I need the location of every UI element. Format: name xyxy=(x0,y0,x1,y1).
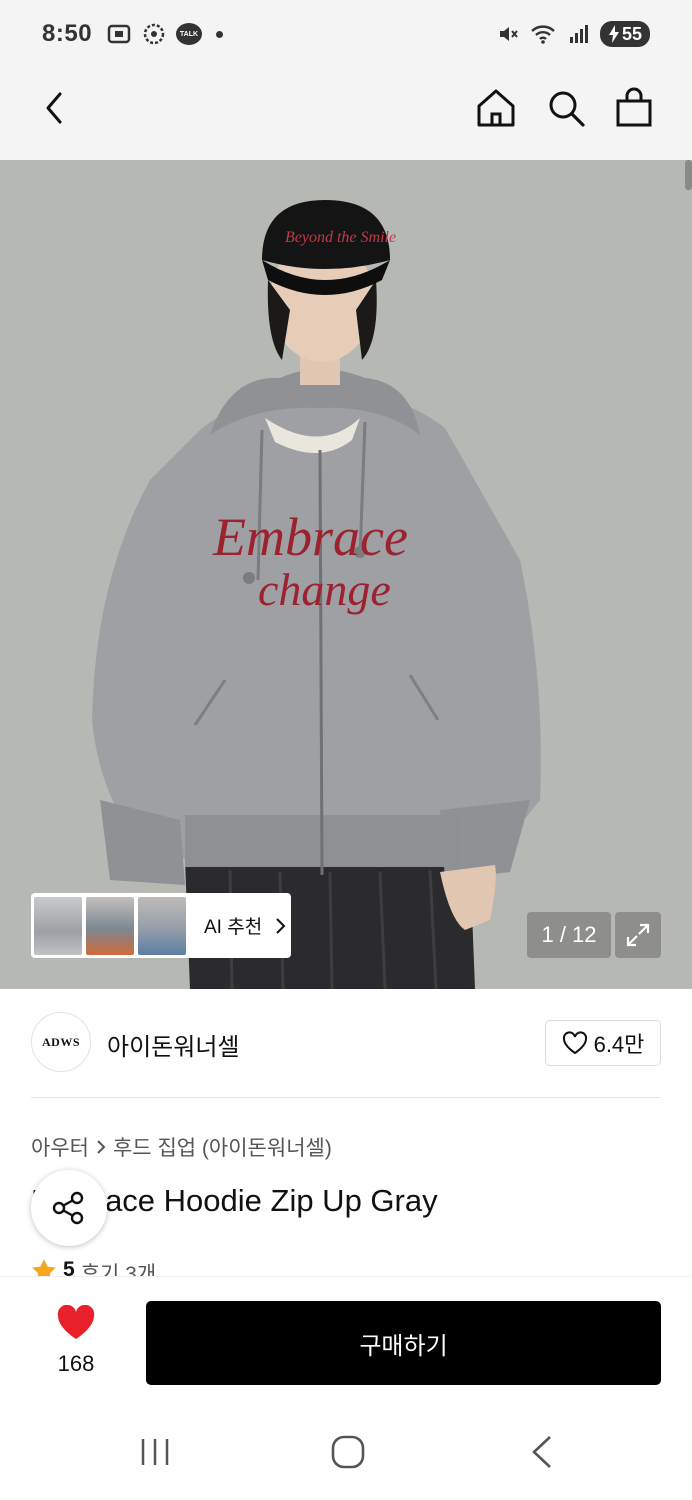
image-page-counter: 1 / 12 xyxy=(527,912,611,958)
share-button[interactable] xyxy=(31,1170,107,1246)
brand-logo[interactable]: ADWS xyxy=(31,1012,91,1072)
divider xyxy=(31,1097,661,1098)
ai-recommend-label: AI 추천 xyxy=(204,917,263,938)
charging-icon xyxy=(608,25,619,43)
system-nav-bar xyxy=(0,1404,692,1500)
recent-apps-icon[interactable] xyxy=(140,1437,170,1467)
wish-count: 168 xyxy=(57,1351,95,1376)
notification-dot-icon xyxy=(216,30,223,38)
product-image-carousel[interactable]: Embrace change Beyond the Smile xyxy=(0,160,692,989)
chevron-right-icon xyxy=(276,917,286,934)
cap-print-text: Beyond the Smile xyxy=(285,229,396,246)
status-right-icons: 55 xyxy=(496,21,650,47)
system-back-icon[interactable] xyxy=(528,1434,556,1470)
gallery-icon xyxy=(143,23,165,45)
breadcrumb-category[interactable]: 아우터 xyxy=(31,1132,89,1162)
brand-row: ADWS 아이돈워너셀 6.4만 xyxy=(0,989,692,1097)
battery-indicator: 55 xyxy=(599,21,650,47)
expand-icon xyxy=(626,923,650,947)
search-icon[interactable] xyxy=(544,86,588,130)
signal-icon xyxy=(569,25,588,43)
star-icon xyxy=(32,1259,56,1278)
screenshot-icon xyxy=(107,24,131,44)
expand-image-button[interactable] xyxy=(615,912,661,958)
ai-recommend-thumb-1 xyxy=(34,896,82,955)
buy-button[interactable]: 구매하기 xyxy=(146,1301,661,1385)
breadcrumb-subcategory[interactable]: 후드 집업 (아이돈워너셀) xyxy=(113,1132,332,1162)
heart-outline-icon xyxy=(562,1031,587,1055)
home-button-icon[interactable] xyxy=(330,1434,366,1470)
ai-recommend-button[interactable]: AI 추천 xyxy=(31,893,291,958)
ai-recommend-thumb-2 xyxy=(86,896,134,955)
brand-logo-text: ADWS xyxy=(41,1034,80,1049)
shopping-bag-icon[interactable] xyxy=(612,86,656,130)
kakaotalk-icon: TALK xyxy=(176,23,202,45)
print-text-line1: Embrace xyxy=(212,507,408,567)
breadcrumb: 아우터 후드 집업 (아이돈워너셀) xyxy=(31,1132,332,1162)
print-text-line2: change xyxy=(258,564,391,615)
share-icon xyxy=(52,1191,84,1225)
back-arrow-icon[interactable] xyxy=(36,88,76,128)
brand-like-button[interactable]: 6.4만 xyxy=(545,1020,661,1066)
scrollbar-thumb[interactable] xyxy=(685,160,692,190)
product-photo: Embrace change Beyond the Smile xyxy=(0,160,692,989)
status-left-icons: TALK xyxy=(106,22,223,46)
ai-recommend-thumb-3 xyxy=(138,896,186,955)
home-icon[interactable] xyxy=(474,86,518,130)
heart-filled-icon[interactable] xyxy=(56,1305,96,1341)
brand-like-count: 6.4만 xyxy=(593,1032,645,1057)
top-nav-bar xyxy=(0,68,692,160)
status-bar: 8:50 TALK 55 xyxy=(0,0,692,68)
review-count: 후기 3개 xyxy=(80,1263,157,1278)
mute-icon xyxy=(499,27,518,41)
battery-level: 55 xyxy=(621,23,642,44)
kakaotalk-badge-text: TALK xyxy=(179,30,199,38)
bottom-purchase-bar: 168 구매하기 xyxy=(0,1276,692,1404)
review-summary[interactable]: 5 후기 3개 xyxy=(31,1258,156,1278)
chevron-right-icon xyxy=(97,1140,106,1154)
wifi-icon xyxy=(531,25,555,44)
brand-name[interactable]: 아이돈워너셀 xyxy=(107,1027,239,1062)
status-time: 8:50 xyxy=(42,20,93,47)
review-rating: 5 xyxy=(63,1258,75,1278)
